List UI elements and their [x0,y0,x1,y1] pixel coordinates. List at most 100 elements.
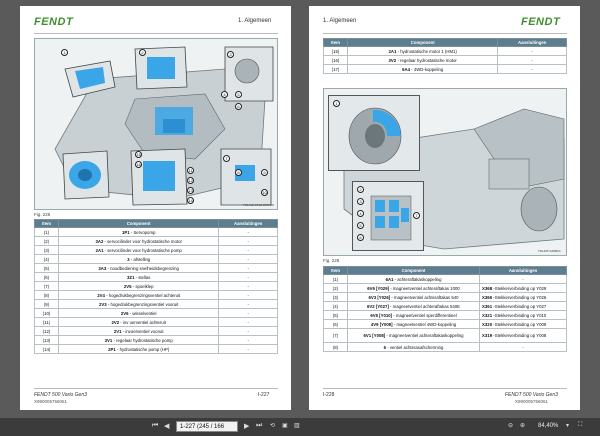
table-row: (14) 2P1 - hydrostatische pomp (HP) - [34,344,278,354]
zoom-dropdown-icon[interactable]: ▾ [566,422,569,429]
connector-code: X319 [482,333,493,338]
connector-description: -Stekkerverbinding op Y009 [492,321,547,327]
component-code: 2V1 [113,328,122,334]
first-page-icon[interactable]: ⏮ [152,422,158,430]
connector-description: - [247,283,249,289]
col-connections: Aansluitingen [218,219,278,228]
cell-component: 2V4 - hogedrukbegrenzingsventiel achteru… [57,290,220,300]
next-page-icon[interactable]: ▶ [244,422,249,430]
footer-doc-number: X990005756061 [515,399,549,404]
component-description: - magneetventiel achteraftakas 540 [390,294,459,300]
footer-divider [323,388,567,389]
cell-item: (3) [323,292,348,302]
col-component: Component [57,219,220,228]
table-row: (4) 6V2 [Y027] - magneetventiel achteraft… [323,301,567,311]
cell-item: (12) [34,326,59,336]
connector-description: - [247,337,249,343]
callout-5: 5 [235,91,242,98]
cell-connections: - [497,46,567,56]
cell-component: 6A1 - achteraftakaskoppeling [346,274,481,284]
figure-caption: Fig. 226 [34,212,51,217]
cell-component: 3V1 - regelaar hydrostatische pomp [57,335,220,345]
cell-component: 3A2 - servocilinder voor hydrostatische … [57,236,220,246]
connector-description: - [531,48,533,54]
cell-component: 4V9 [Y009] - magneetventiel 4WD-koppelin… [346,319,481,329]
last-page-icon[interactable]: ⏭ [256,422,262,430]
table-row: (10) 2V6 - wisselventiel - [34,308,278,318]
rotate-icon[interactable]: ⟲ [270,422,275,429]
component-code: 2V2 [111,319,120,325]
component-description: - hogedrukbegrenzingsventiel vooruit [106,301,179,307]
cell-item: (5) [34,263,59,273]
table-row: (2) 3A2 - servocilinder voor hydrostatisc… [34,236,278,246]
cell-item: (9) [34,299,59,309]
component-description: - servocilinder voor hydrostatische pomp [103,247,182,253]
component-description: - wisselventiel [128,310,157,316]
cell-item: (15) [323,46,348,56]
table-header-row: Item Component Aansluitingen [34,219,278,228]
component-code: 2P1 [108,346,116,352]
component-description: - noodbediening snelheidsbegrenzing [106,265,179,271]
component-code: 6V6 [Y029] [367,285,390,291]
callout-12: 12 [187,177,194,184]
callout-11: 11 [187,167,194,174]
callout-4: 4 [221,91,228,98]
zoom-level[interactable]: 84,40% [538,423,558,429]
cell-connections: - [218,317,278,327]
cell-item: (4) [34,254,59,264]
cell-component: 6V5 [Y010] - magneetventiel sperdifferen… [346,310,481,320]
cell-item: (6) [323,319,348,329]
cell-item: (5) [323,310,348,320]
cell-connections: - [218,281,278,291]
cell-item: (2) [323,283,348,293]
connector-description: -Stekkerverbinding op Y026 [492,294,547,300]
viewer-toolbar: ⏮ ◀ 1-227 (245 / 166 ▶ ⏭ ⟲ ▣ ▥ ⊖ ⊕ 84,40… [0,418,600,436]
callout-14: 14 [187,197,194,204]
connector-description: - [522,276,524,282]
cell-connections: - [218,344,278,354]
table-row: (5) 3A3 - noodbediening snelheidsbegrenzi… [34,263,278,273]
col-component: Component [346,266,481,275]
connector-description: - [247,247,249,253]
transmission-illustration [35,39,277,209]
cell-connections: - [218,272,278,282]
cell-component: 3V2 - regelaar hydrostatische motor [346,55,499,65]
cell-component: 2V5 - spoelklep [57,281,220,291]
cell-item: (13) [34,335,59,345]
table-row: (17) 6A4 - 4WD-koppeling - [323,64,567,74]
connector-description: - [247,346,249,352]
component-description: - inv oerventiel achteruit [119,319,166,325]
connector-description: -Stekkerverbinding op Y029 [492,285,547,291]
cell-connections: - [497,64,567,74]
figure-id: TRL465 STC8 ERROR [243,203,274,207]
cell-connections: - [218,227,278,237]
table-row: (6) 3Z1 - stellas - [34,272,278,282]
callout-7: 7 [223,155,230,162]
col-item: Item [323,38,348,47]
table-row: (11) 2V2 - inv oerventiel achteruit - [34,317,278,327]
callout-8: 8 [235,169,242,176]
table-row: (6) 4V9 [Y009] - magneetventiel 4WD-koppe… [323,319,567,329]
prev-page-icon[interactable]: ◀ [164,422,169,430]
callout-15: 15 [135,151,142,158]
connector-description: - [531,57,533,63]
cell-item: (8) [323,342,348,352]
header-divider [34,33,278,34]
callout-7: 7 [413,212,420,219]
table-row: (1) 6A1 - achteraftakaskoppeling - [323,274,567,284]
connector-description: -Stekkerverbinding op Y027 [492,303,547,309]
component-code: 6V1 [Y008] [363,333,386,338]
zoom-in-icon[interactable]: ⊕ [520,422,525,429]
page-number-input[interactable]: 1-227 (245 / 166 [176,421,238,432]
fullscreen-icon[interactable]: ⛶ [578,422,582,429]
table-row: (16) 3V2 - regelaar hydrostatische motor - [323,55,567,65]
table-row: (13) 3V1 - regelaar hydrostatische pomp - [34,335,278,345]
cell-connections: X320 -Stekkerverbinding op Y009 [479,319,567,329]
clutch-illustration [329,96,419,170]
zoom-out-icon[interactable]: ⊖ [508,422,513,429]
component-code: 2V3 [99,301,107,307]
fit-page-icon[interactable]: ▣ [282,422,288,429]
table-row: (7) 6V1 [Y008] - magneetventiel achteraft… [323,328,567,343]
two-page-icon[interactable]: ▥ [294,422,300,429]
cell-connections: X319 -Stekkerverbinding op Y008 [479,328,567,343]
